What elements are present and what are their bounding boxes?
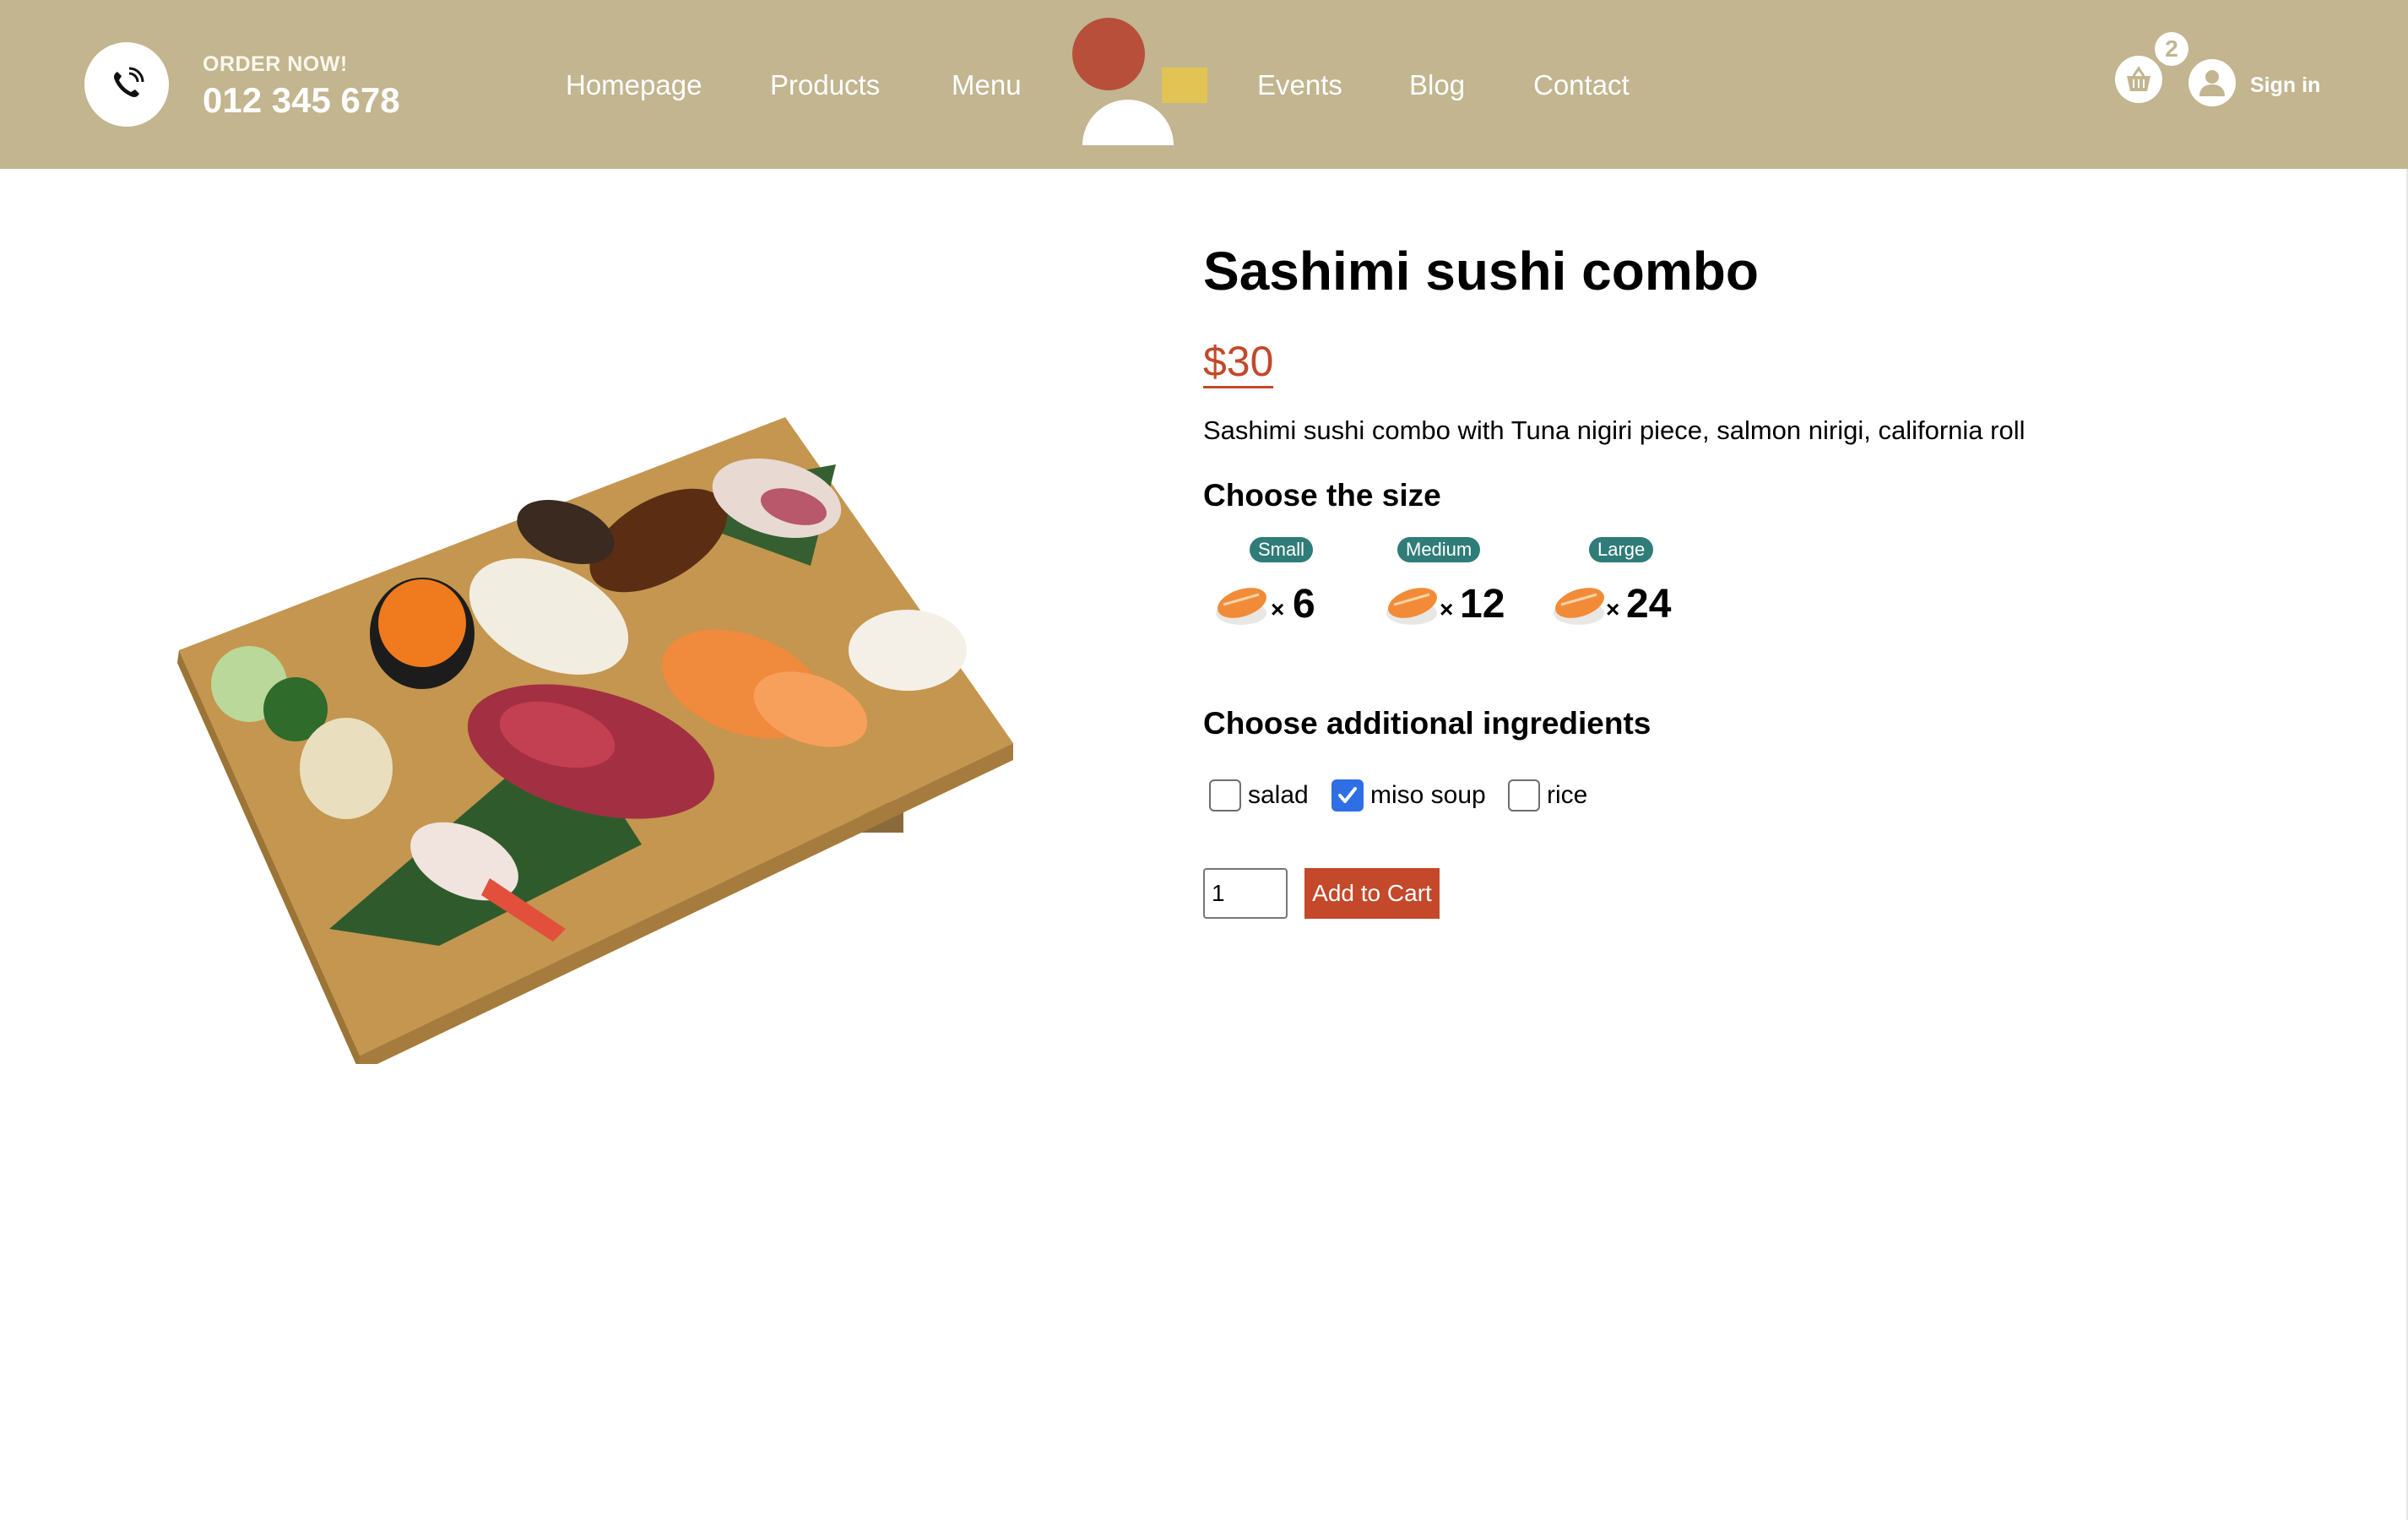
size-option-small[interactable]: Small × 6: [1212, 537, 1347, 638]
ingredient-salad[interactable]: salad: [1209, 779, 1309, 812]
phone-icon: [114, 67, 144, 97]
sign-in-link[interactable]: Sign in: [2250, 73, 2320, 98]
site-header: ORDER NOW! 012 345 678 Homepage Products…: [0, 0, 2408, 169]
rice-checkbox[interactable]: [1508, 779, 1540, 812]
miso-soup-checkbox[interactable]: [1331, 779, 1364, 812]
ingredient-label: miso soup: [1370, 781, 1486, 809]
size-count-large: 24: [1626, 582, 1672, 627]
cart-count-badge: 2: [2155, 32, 2188, 66]
ingredient-rice[interactable]: rice: [1508, 779, 1587, 812]
nav-contact[interactable]: Contact: [1533, 69, 1630, 101]
times-symbol: ×: [1606, 596, 1620, 622]
cart-button[interactable]: [2115, 56, 2162, 103]
ingredients-heading: Choose additional ingredients: [1203, 706, 1651, 741]
checkmark-icon: [1338, 787, 1357, 803]
size-count-small: 6: [1293, 582, 1315, 627]
order-label: ORDER NOW!: [203, 52, 348, 76]
product-description: Sashimi sushi combo with Tuna nigiri pie…: [1203, 415, 2026, 445]
ingredient-miso-soup[interactable]: miso soup: [1331, 779, 1486, 812]
add-to-cart-button[interactable]: Add to Cart: [1304, 868, 1440, 919]
quantity-input[interactable]: [1203, 868, 1288, 919]
user-icon: [2199, 70, 2225, 96]
ingredient-label: salad: [1248, 781, 1309, 809]
sushi-icon: [1554, 588, 1604, 625]
size-count-medium: 12: [1460, 582, 1505, 627]
size-heading: Choose the size: [1203, 478, 1441, 513]
nav-products[interactable]: Products: [770, 69, 880, 101]
size-badge-medium: Medium: [1397, 537, 1481, 562]
phone-button[interactable]: [84, 42, 169, 127]
size-badge-large: Large: [1589, 537, 1654, 562]
user-button[interactable]: [2188, 59, 2236, 106]
product-title: Sashimi sushi combo: [1203, 241, 1759, 301]
product-price: $30: [1203, 339, 1274, 388]
order-block: ORDER NOW! 012 345 678: [203, 52, 400, 121]
nav-events[interactable]: Events: [1257, 69, 1342, 101]
order-phone-number[interactable]: 012 345 678: [203, 80, 400, 121]
basket-icon: [2127, 66, 2150, 91]
times-symbol: ×: [1271, 596, 1285, 622]
nav-menu[interactable]: Menu: [952, 69, 1022, 101]
size-option-large[interactable]: Large × 24: [1549, 537, 1684, 638]
nav-homepage[interactable]: Homepage: [566, 69, 702, 101]
sushi-icon: [1216, 588, 1266, 625]
size-badge-small: Small: [1250, 537, 1314, 562]
product-image: [177, 417, 1013, 1064]
salad-checkbox[interactable]: [1209, 779, 1241, 812]
size-option-medium[interactable]: Medium × 12: [1382, 537, 1517, 638]
sushi-icon: [1386, 588, 1437, 625]
nav-blog[interactable]: Blog: [1409, 69, 1465, 101]
ingredient-label: rice: [1547, 781, 1588, 809]
brand-logo[interactable]: [1071, 17, 1209, 145]
times-symbol: ×: [1440, 596, 1454, 622]
